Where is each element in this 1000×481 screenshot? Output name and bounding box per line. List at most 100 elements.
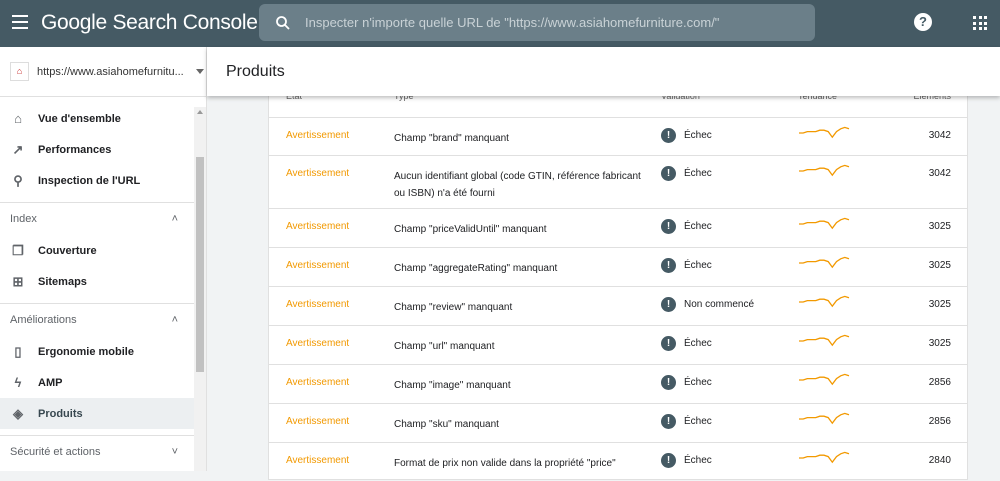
validation-label: Échec [684,221,712,232]
status-label: Avertissement [286,416,350,427]
validation-label: Échec [684,455,712,466]
layers-icon: ◈ [13,405,23,421]
table-row[interactable]: Avertissement Champ "priceValidUntil" ma… [269,208,967,247]
status-label: Avertissement [286,130,350,141]
url-inspect-search[interactable]: Inspecter n'importe quelle URL de "https… [259,4,815,41]
page-title: Produits [226,62,285,80]
property-url: https://www.asiahomefurnitu... [37,65,184,78]
sidebar-item-coverage[interactable]: ❐ Couverture [0,235,206,266]
validation-label: Échec [684,260,712,271]
issue-type: Champ "aggregateRating" manquant [394,263,558,274]
alert-icon: ! [661,414,676,429]
status-label: Avertissement [286,338,350,349]
validation-status: ! Échec [661,128,712,143]
item-count: 2840 [928,455,951,466]
help-icon[interactable]: ? [914,13,932,31]
validation-label: Échec [684,338,712,349]
issue-type: Champ "review" manquant [394,302,513,313]
section-label: Améliorations [10,314,77,326]
alert-icon: ! [661,453,676,468]
status-label: Avertissement [286,455,350,466]
apps-grid-icon[interactable] [973,16,987,30]
sidebar-item-performance[interactable]: ↗ Performances [0,134,206,165]
issue-type: Champ "priceValidUntil" manquant [394,224,547,235]
table-row[interactable]: Avertissement Champ "url" manquant ! Éche… [269,325,967,364]
trend-line [799,126,850,139]
item-count: 2856 [928,416,951,427]
section-enhancements[interactable]: Améliorations ˄ [0,304,206,336]
item-count: 3025 [928,260,951,271]
chevron-up-icon: ˄ [171,314,178,326]
issues-table: État Type Validation Tendance Éléments A… [268,80,968,480]
home-icon: ⌂ [14,111,22,126]
sidebar-scrollbar[interactable] [194,107,206,471]
item-count: 3042 [928,168,951,179]
trend-line [799,164,850,177]
validation-status: ! Échec [661,219,712,234]
sidebar-item-url-inspection[interactable]: ⚲ Inspection de l'URL [0,165,206,196]
table-row[interactable]: Avertissement Aucun identifiant global (… [269,155,967,208]
sidebar-item-products[interactable]: ◈ Produits [0,398,206,429]
sidebar-item-label: AMP [38,376,63,389]
sidebar-item-mobile[interactable]: ▯ Ergonomie mobile [0,336,206,367]
sidebar-item-overview[interactable]: ⌂ Vue d'ensemble [0,103,206,134]
sidebar-item-amp[interactable]: ϟ AMP [0,367,206,398]
trend-sparkline [799,373,850,386]
sidebar-item-label: Sitemaps [38,275,87,288]
issue-type: Champ "sku" manquant [394,419,499,430]
status-label: Avertissement [286,299,350,310]
property-selector[interactable]: ⌂ https://www.asiahomefurnitu... [0,47,206,97]
bolt-icon: ϟ [14,375,22,390]
section-security[interactable]: Sécurité et actions ˅ [0,436,206,468]
trend-sparkline [799,126,850,139]
search-input[interactable]: Inspecter n'importe quelle URL de "https… [305,15,719,30]
trend-sparkline [799,412,850,425]
table-row[interactable]: Avertissement Champ "brand" manquant ! Éc… [269,117,967,155]
validation-status: ! Échec [661,336,712,351]
sidebar-item-sitemaps[interactable]: ⊞ Sitemaps [0,266,206,297]
issue-type: Champ "url" manquant [394,341,495,352]
validation-status: ! Échec [661,414,712,429]
issue-type: Format de prix non valide dans la propri… [394,458,616,469]
validation-status: ! Non commencé [661,297,754,312]
trend-sparkline [799,295,850,308]
sidebar-item-label: Produits [38,407,83,420]
trending-up-icon: ↗ [12,141,24,157]
validation-status: ! Échec [661,453,712,468]
alert-icon: ! [661,258,676,273]
trend-sparkline [799,334,850,347]
trend-line [799,256,850,269]
property-favicon: ⌂ [10,62,29,81]
table-row[interactable]: Avertissement Champ "image" manquant ! Éc… [269,364,967,403]
table-row[interactable]: Avertissement Champ "review" manquant ! N… [269,286,967,325]
table-row[interactable]: Avertissement Format de prix non valide … [269,442,967,481]
menu-icon[interactable] [12,15,28,33]
table-row[interactable]: Avertissement Champ "aggregateRating" ma… [269,247,967,286]
issue-type: Champ "image" manquant [394,380,511,391]
alert-icon: ! [661,336,676,351]
section-label: Sécurité et actions [10,446,101,458]
item-count: 3025 [928,299,951,310]
status-label: Avertissement [286,168,350,179]
sitemap-icon: ⊞ [12,273,24,289]
alert-icon: ! [661,128,676,143]
trend-line [799,373,850,386]
trend-line [799,412,850,425]
validation-label: Échec [684,130,712,141]
search-icon: ⚲ [13,172,23,188]
validation-label: Non commencé [684,299,755,310]
section-index[interactable]: Index ˄ [0,203,206,235]
validation-status: ! Échec [661,375,712,390]
app-logo[interactable]: Google Search Console [41,11,258,35]
validation-label: Échec [684,377,712,388]
validation-status: ! Échec [661,166,712,181]
issue-type: Champ "brand" manquant [394,133,509,144]
table-row[interactable]: Avertissement Champ "sku" manquant ! Éche… [269,403,967,442]
alert-icon: ! [661,297,676,312]
chevron-down-icon: ˅ [171,446,178,458]
trend-line [799,334,850,347]
sidebar-item-label: Vue d'ensemble [38,112,121,125]
top-bar: Google Search Console Inspecter n'import… [0,0,1000,47]
section-label: Index [10,213,37,225]
item-count: 2856 [928,377,951,388]
